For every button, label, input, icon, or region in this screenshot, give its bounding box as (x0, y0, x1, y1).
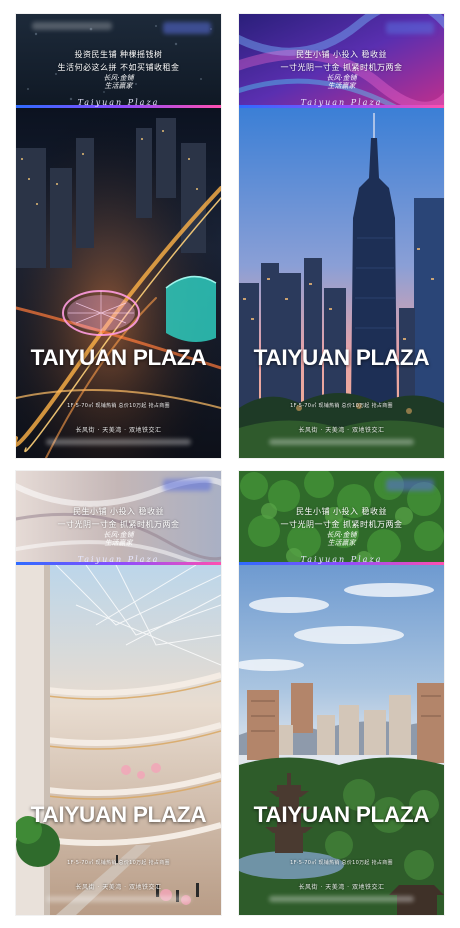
poster-header: 民生小铺 小投入 稳收益 一寸光阴一寸金 抓紧时机万两金 长风·金铺 生活赢家 (16, 471, 221, 566)
poster-title: TAIYUAN PLAZA (253, 345, 430, 370)
blurred-text (32, 22, 112, 30)
poster-title: TAIYUAN PLAZA (30, 345, 207, 370)
blurred-address (269, 439, 414, 445)
plaza-script-label: Taiyuan Plaza (77, 555, 160, 564)
poster-header: 民生小铺 小投入 稳收益 一寸光阴一寸金 抓紧时机万两金 长风·金铺 生活赢家 (239, 14, 444, 109)
tag-line: 长风街 · 天美湾 · 双地铁交汇 (75, 427, 162, 434)
slogan-script: 长风·金铺 生活赢家 (326, 74, 357, 90)
blurred-address (46, 896, 191, 902)
headline: 民生小铺 小投入 稳收益 一寸光阴一寸金 抓紧时机万两金 (57, 507, 180, 529)
poster-skyscraper: 民生小铺 小投入 稳收益 一寸光阴一寸金 抓紧时机万两金 长风·金铺 生活赢家 … (239, 14, 444, 458)
plaza-script-label: Taiyuan Plaza (300, 98, 383, 107)
tag-line: 长风街 · 天美湾 · 双地铁交汇 (298, 427, 385, 434)
poster-title: TAIYUAN PLAZA (253, 802, 430, 827)
poster-title: TAIYUAN PLAZA (30, 802, 207, 827)
blurred-logo (386, 479, 434, 491)
blurred-logo (163, 479, 211, 491)
blurred-address (46, 439, 191, 445)
poster-night-city: 投资民生铺 种棵摇钱树 生活何必这么拼 不如买铺收租金 长风·金铺 生活赢家 T… (16, 14, 221, 458)
headline: 民生小铺 小投入 稳收益 一寸光阴一寸金 抓紧时机万两金 (280, 507, 403, 529)
plaza-script-label: Taiyuan Plaza (77, 98, 160, 107)
info-line: 1F·5-70㎡ 现铺热销 总价10万起 抢占商圈 (290, 860, 393, 866)
tag-line: 长风街 · 天美湾 · 双地铁交汇 (298, 884, 385, 891)
blurred-address (269, 896, 414, 902)
poster-city-pagoda: 民生小铺 小投入 稳收益 一寸光阴一寸金 抓紧时机万两金 长风·金铺 生活赢家 … (239, 471, 444, 915)
poster-shopping-mall: 民生小铺 小投入 稳收益 一寸光阴一寸金 抓紧时机万两金 长风·金铺 生活赢家 … (16, 471, 221, 915)
plaza-script-label: Taiyuan Plaza (300, 555, 383, 564)
slogan-script: 长风·金铺 生活赢家 (103, 74, 134, 90)
info-line: 1F·5-70㎡ 现铺热销 总价10万起 抢占商圈 (67, 860, 170, 866)
headline: 投资民生铺 种棵摇钱树 生活何必这么拼 不如买铺收租金 (57, 50, 180, 72)
info-line: 1F·5-70㎡ 现铺热销 总价10万起 抢占商圈 (290, 403, 393, 409)
headline: 民生小铺 小投入 稳收益 一寸光阴一寸金 抓紧时机万两金 (280, 50, 403, 72)
slogan-script: 长风·金铺 生活赢家 (326, 531, 357, 547)
info-line: 1F·5-70㎡ 现铺热销 总价10万起 抢占商圈 (67, 403, 170, 409)
poster-header: 民生小铺 小投入 稳收益 一寸光阴一寸金 抓紧时机万两金 长风·金铺 生活赢家 (239, 471, 444, 566)
blurred-logo (163, 22, 211, 34)
poster-header: 投资民生铺 种棵摇钱树 生活何必这么拼 不如买铺收租金 长风·金铺 生活赢家 (16, 14, 221, 109)
slogan-script: 长风·金铺 生活赢家 (103, 531, 134, 547)
blurred-logo (386, 22, 434, 34)
tag-line: 长风街 · 天美湾 · 双地铁交汇 (75, 884, 162, 891)
